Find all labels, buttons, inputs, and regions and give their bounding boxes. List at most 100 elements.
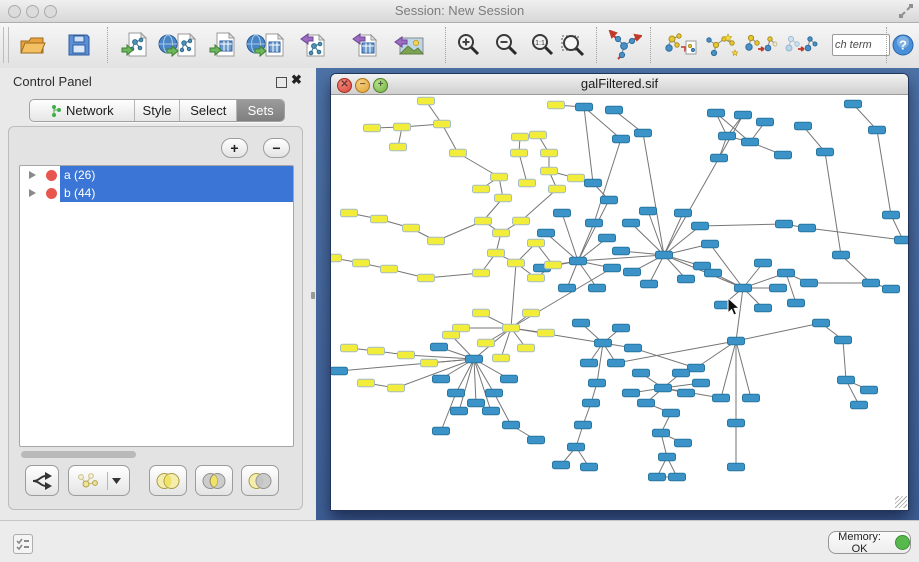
tab-style[interactable]: Style [135, 100, 181, 121]
sets-list[interactable]: a (26) b (44) [19, 165, 294, 447]
help-button[interactable]: ? [890, 28, 916, 62]
yellow-network-icon [77, 471, 103, 491]
set-label: b (44) [64, 184, 95, 202]
status-bar: Memory: OK [0, 520, 919, 562]
selected-nodes-all-edges-icon [744, 31, 778, 59]
zoom-in-button[interactable] [452, 28, 486, 62]
set-color-dot [46, 170, 57, 181]
import-network-url-button[interactable] [156, 28, 200, 62]
import-table-url-icon [246, 32, 286, 58]
horizontal-scrollbar-thumb[interactable] [21, 451, 136, 458]
new-network-selected-nodes-selected-edges-button[interactable] [782, 28, 820, 62]
import-table-url-button[interactable] [244, 28, 288, 62]
zoom-actual-label: 1:1 [535, 40, 545, 47]
export-table-button[interactable] [348, 28, 382, 62]
network-view[interactable] [331, 95, 908, 509]
network-canvas[interactable] [331, 95, 908, 509]
toolbar-grip[interactable] [3, 27, 9, 63]
tab-network-label: Network [66, 103, 114, 118]
float-panel-icon[interactable] [276, 77, 287, 88]
union-button[interactable] [149, 465, 187, 496]
zoom-fit-selected-button[interactable] [556, 28, 590, 62]
zoom-out-button[interactable] [490, 28, 524, 62]
split-sets-button[interactable] [25, 465, 59, 496]
new-network-from-selection-button[interactable] [662, 28, 700, 62]
tab-style-label: Style [143, 103, 172, 118]
import-network-url-icon [158, 32, 198, 58]
network-tab-icon [50, 104, 62, 118]
chevron-down-icon [112, 478, 121, 484]
expand-arrow-icon[interactable] [29, 171, 36, 179]
tab-select[interactable]: Select [180, 100, 237, 121]
import-network-file-icon [121, 32, 149, 58]
splitter-handle[interactable] [311, 292, 315, 299]
new-network-selected-nodes-all-edges-button[interactable] [742, 28, 780, 62]
fullscreen-icon[interactable] [899, 4, 913, 18]
control-panel-tabs: Network Style Select Sets [29, 99, 285, 122]
resize-grip[interactable] [895, 496, 907, 508]
apply-layout-button[interactable] [606, 28, 644, 62]
toolbar-separator [596, 27, 597, 63]
main-toolbar: 1:1 [0, 23, 919, 69]
export-table-icon [351, 32, 379, 58]
network-window[interactable]: galFiltered.sif ✕ − + [330, 73, 909, 511]
sets-panel: + − a (26) b (44) [8, 126, 303, 510]
save-floppy-icon [67, 33, 91, 57]
set-label: a (26) [64, 166, 95, 184]
checklist-icon [16, 538, 30, 550]
button-divider [107, 472, 108, 490]
zoom-actual-size-button[interactable]: 1:1 [526, 28, 560, 62]
import-table-file-button[interactable] [206, 28, 240, 62]
zoom-in-icon [456, 32, 482, 58]
expand-arrow-icon[interactable] [29, 189, 36, 197]
memory-ok-indicator [895, 535, 910, 550]
search-input[interactable] [832, 34, 890, 56]
svg-text:?: ? [899, 38, 907, 53]
zoom-one-to-one-icon: 1:1 [530, 32, 556, 58]
difference-button[interactable] [241, 465, 279, 496]
select-first-neighbors-button[interactable] [702, 28, 740, 62]
toolbar-separator [886, 27, 887, 63]
toolbar-separator [107, 27, 108, 63]
remove-set-button[interactable]: − [263, 138, 290, 158]
network-window-titlebar[interactable]: galFiltered.sif ✕ − + [331, 74, 908, 95]
export-network-button[interactable] [296, 28, 330, 62]
close-panel-icon[interactable]: ✖ [291, 72, 302, 88]
network-from-selection-icon [664, 31, 698, 59]
maximize-view-icon[interactable]: + [373, 78, 388, 93]
task-history-button[interactable] [13, 534, 33, 554]
split-arrows-icon [31, 471, 53, 491]
zoom-fit-icon [560, 32, 586, 58]
tab-sets-label: Sets [248, 103, 274, 118]
memory-label: Memory: OK [829, 531, 890, 555]
tab-network[interactable]: Network [30, 100, 135, 121]
open-folder-icon [19, 33, 47, 57]
set-row-a[interactable]: a (26) [20, 166, 293, 184]
tab-select-label: Select [190, 103, 226, 118]
toolbar-separator [650, 27, 651, 63]
title-bar[interactable]: Session: New Session [0, 0, 919, 23]
export-image-button[interactable] [392, 28, 426, 62]
window-title: Session: New Session [0, 0, 919, 22]
minimize-view-icon[interactable]: − [355, 78, 370, 93]
control-panel: Control Panel ✖ Network Style Select Set… [0, 68, 310, 520]
network-desktop: galFiltered.sif ✕ − + [316, 68, 919, 520]
intersection-button[interactable] [195, 465, 233, 496]
layout-icon [608, 30, 642, 60]
set-row-b[interactable]: b (44) [20, 184, 293, 202]
control-panel-title: Control Panel [13, 74, 92, 89]
import-network-file-button[interactable] [118, 28, 152, 62]
venn-intersection-icon [201, 472, 227, 490]
add-set-button[interactable]: + [221, 138, 248, 158]
network-window-title: galFiltered.sif [331, 74, 908, 94]
tab-sets[interactable]: Sets [237, 100, 284, 121]
close-view-icon[interactable]: ✕ [337, 78, 352, 93]
selected-nodes-selected-edges-icon [784, 31, 818, 59]
open-session-button[interactable] [16, 28, 50, 62]
first-neighbors-icon [704, 31, 738, 59]
application-window: Session: New Session [0, 0, 919, 562]
export-image-icon [394, 32, 424, 58]
create-set-dropdown-button[interactable] [68, 465, 130, 496]
save-session-button[interactable] [62, 28, 96, 62]
memory-status-button[interactable]: Memory: OK [828, 531, 911, 554]
